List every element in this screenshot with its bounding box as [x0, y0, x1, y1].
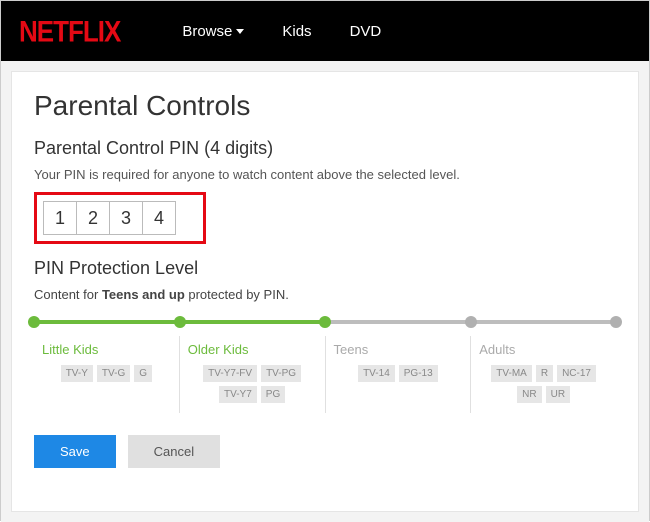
- level-little-kids: Little Kids TV-Y TV-G G: [34, 336, 179, 413]
- rating-chip: TV-Y: [61, 365, 93, 382]
- pin-digit-4[interactable]: [142, 201, 176, 235]
- slider-dot-0[interactable]: [28, 316, 40, 328]
- pin-digit-2[interactable]: [76, 201, 110, 235]
- rating-chip: TV-14: [358, 365, 395, 382]
- ratings: TV-MA R NC-17 NR UR: [479, 365, 608, 403]
- rating-chip: NR: [517, 386, 541, 403]
- nav: Browse Kids DVD: [182, 23, 381, 40]
- pin-description: Your PIN is required for anyone to watch…: [34, 167, 616, 182]
- panel: Parental Controls Parental Control PIN (…: [11, 71, 639, 512]
- pin-digit-3[interactable]: [109, 201, 143, 235]
- level-slider[interactable]: [34, 320, 616, 324]
- chevron-down-icon: [236, 29, 244, 34]
- level-heading: PIN Protection Level: [34, 258, 616, 279]
- nav-kids[interactable]: Kids: [282, 23, 311, 40]
- protect-suffix: protected by PIN.: [185, 287, 289, 302]
- rating-chip: TV-MA: [491, 365, 532, 382]
- ratings: TV-14 PG-13: [334, 365, 463, 382]
- main: Parental Controls Parental Control PIN (…: [1, 61, 649, 522]
- pin-highlight-box: [34, 192, 206, 244]
- nav-dvd[interactable]: DVD: [350, 23, 382, 40]
- rating-chip: R: [536, 365, 553, 382]
- nav-browse[interactable]: Browse: [182, 23, 244, 40]
- slider-track: [34, 320, 616, 324]
- protection-text: Content for Teens and up protected by PI…: [34, 287, 616, 302]
- protect-bold: Teens and up: [102, 287, 185, 302]
- save-button[interactable]: Save: [34, 435, 116, 468]
- level-title: Adults: [479, 342, 608, 357]
- slider-dot-4[interactable]: [610, 316, 622, 328]
- page-title: Parental Controls: [34, 90, 616, 122]
- actions: Save Cancel: [34, 435, 616, 468]
- level-older-kids: Older Kids TV-Y7-FV TV-PG TV-Y7 PG: [179, 336, 325, 413]
- level-title: Older Kids: [188, 342, 317, 357]
- level-title: Teens: [334, 342, 463, 357]
- levels-row: Little Kids TV-Y TV-G G Older Kids TV-Y7…: [34, 336, 616, 413]
- level-adults: Adults TV-MA R NC-17 NR UR: [470, 336, 616, 413]
- rating-chip: UR: [546, 386, 570, 403]
- slider-dot-2[interactable]: [319, 316, 331, 328]
- protect-prefix: Content for: [34, 287, 102, 302]
- rating-chip: TV-Y7: [219, 386, 257, 403]
- header: NETFLIX Browse Kids DVD: [1, 1, 649, 61]
- netflix-logo: NETFLIX: [19, 13, 120, 49]
- pin-digit-1[interactable]: [43, 201, 77, 235]
- rating-chip: G: [134, 365, 152, 382]
- level-title: Little Kids: [42, 342, 171, 357]
- rating-chip: TV-G: [97, 365, 130, 382]
- slider-dot-3[interactable]: [465, 316, 477, 328]
- rating-chip: TV-PG: [261, 365, 301, 382]
- pin-row: [43, 201, 175, 235]
- rating-chip: TV-Y7-FV: [203, 365, 257, 382]
- ratings: TV-Y7-FV TV-PG TV-Y7 PG: [188, 365, 317, 403]
- slider-dot-1[interactable]: [174, 316, 186, 328]
- rating-chip: NC-17: [557, 365, 596, 382]
- ratings: TV-Y TV-G G: [42, 365, 171, 382]
- pin-heading: Parental Control PIN (4 digits): [34, 138, 616, 159]
- level-teens: Teens TV-14 PG-13: [325, 336, 471, 413]
- rating-chip: PG: [261, 386, 285, 403]
- cancel-button[interactable]: Cancel: [128, 435, 220, 468]
- rating-chip: PG-13: [399, 365, 438, 382]
- nav-browse-label: Browse: [182, 23, 232, 40]
